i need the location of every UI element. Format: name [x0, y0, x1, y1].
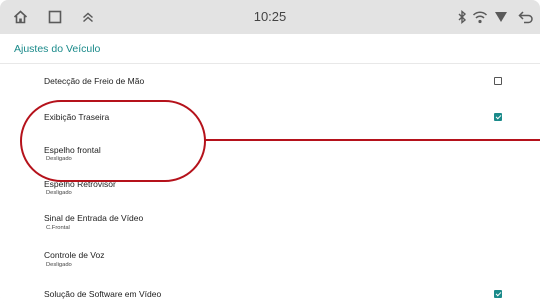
screen-frame: 10:25 Ajustes do Veículo Detecção de Fre…: [0, 0, 540, 304]
page-title: Ajustes do Veículo: [14, 43, 101, 55]
setting-value: Desligado: [46, 190, 72, 196]
setting-value: C.Frontal: [46, 225, 70, 231]
setting-voice-control[interactable]: Controle de Voz Desligado: [0, 245, 540, 277]
setting-title: Controle de Voz: [44, 250, 105, 260]
bluetooth-icon: [454, 9, 470, 25]
handbrake-detection-checkbox[interactable]: [494, 77, 502, 85]
setting-handbrake-detection[interactable]: Detecção de Freio de Mão: [0, 64, 540, 99]
video-software-checkbox[interactable]: [494, 290, 502, 298]
back-icon[interactable]: [518, 9, 534, 25]
callout-pointer-line: [205, 139, 540, 142]
setting-title: Sinal de Entrada de Vídeo: [44, 213, 144, 223]
app-bar: Ajustes do Veículo: [0, 34, 540, 64]
home-icon[interactable]: [12, 9, 28, 25]
status-bar: 10:25: [0, 0, 540, 34]
setting-title: Detecção de Freio de Mão: [44, 76, 145, 86]
setting-value: Desligado: [46, 262, 72, 268]
callout-highlight: [20, 100, 206, 182]
rear-display-checkbox[interactable]: [494, 113, 502, 121]
signal-icon: [493, 9, 509, 25]
setting-video-input[interactable]: Sinal de Entrada de Vídeo C.Frontal: [0, 208, 540, 240]
recent-apps-icon[interactable]: [47, 9, 63, 25]
clock-time: 10:25: [253, 9, 287, 24]
setting-title: Solução de Software em Vídeo: [44, 289, 162, 299]
setting-video-software[interactable]: Solução de Software em Vídeo: [0, 280, 540, 304]
chevron-up-icon[interactable]: [80, 9, 96, 25]
wifi-icon: [472, 9, 488, 25]
